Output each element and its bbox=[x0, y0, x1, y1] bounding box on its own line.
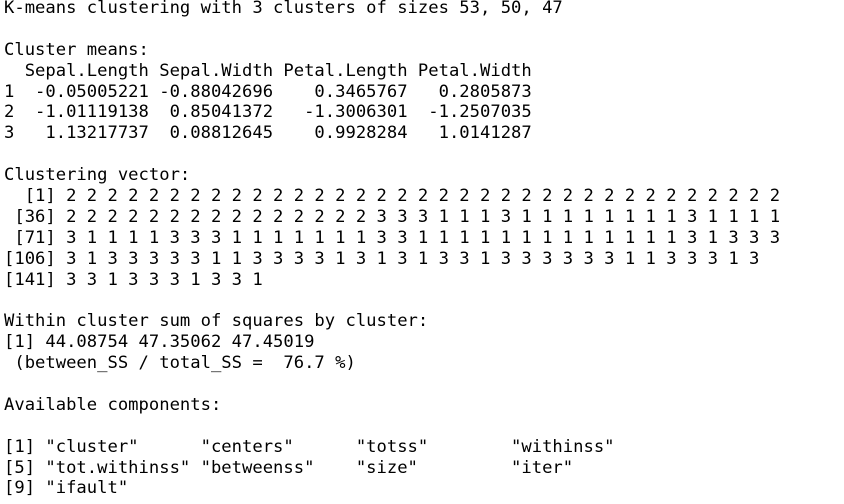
clustering-vector-row: [1] 2 2 2 2 2 2 2 2 2 2 2 2 2 2 2 2 2 2 … bbox=[4, 186, 781, 207]
clustering-vector-row: [36] 2 2 2 2 2 2 2 2 2 2 2 2 2 2 2 3 3 3… bbox=[4, 206, 781, 227]
kmeans-summary-line: K-means clustering with 3 clusters of si… bbox=[4, 0, 563, 18]
r-console-output: K-means clustering with 3 clusters of si… bbox=[4, 0, 842, 502]
clustering-vector-row: [106] 3 1 3 3 3 3 3 1 1 3 3 3 3 1 3 1 3 … bbox=[4, 248, 760, 269]
cluster-means-header-row: Sepal.Length Sepal.Width Petal.Length Pe… bbox=[4, 60, 532, 81]
available-components-heading: Available components: bbox=[4, 394, 222, 415]
components-row: [9] "ifault" bbox=[4, 478, 129, 499]
clustering-vector-row: [141] 3 3 1 3 3 3 1 3 3 1 bbox=[4, 269, 263, 290]
clustering-vector-heading: Clustering vector: bbox=[4, 165, 191, 186]
between-total-ss-ratio: (between_SS / total_SS = 76.7 %) bbox=[4, 353, 356, 374]
cluster-means-heading: Cluster means: bbox=[4, 39, 149, 60]
components-row: [1] "cluster" "centers" "totss" "withins… bbox=[4, 436, 615, 457]
cluster-means-row: 3 1.13217737 0.08812645 0.9928284 1.0141… bbox=[4, 123, 532, 144]
components-row: [5] "tot.withinss" "betweenss" "size" "i… bbox=[4, 457, 574, 478]
cluster-means-row: 2 -1.01119138 0.85041372 -1.3006301 -1.2… bbox=[4, 102, 532, 123]
within-ss-values: [1] 44.08754 47.35062 47.45019 bbox=[4, 332, 315, 353]
cluster-means-row: 1 -0.05005221 -0.88042696 0.3465767 0.28… bbox=[4, 81, 532, 102]
clustering-vector-row: [71] 3 1 1 1 1 3 3 3 1 1 1 1 1 1 1 3 3 1… bbox=[4, 227, 781, 248]
within-ss-heading: Within cluster sum of squares by cluster… bbox=[4, 311, 429, 332]
